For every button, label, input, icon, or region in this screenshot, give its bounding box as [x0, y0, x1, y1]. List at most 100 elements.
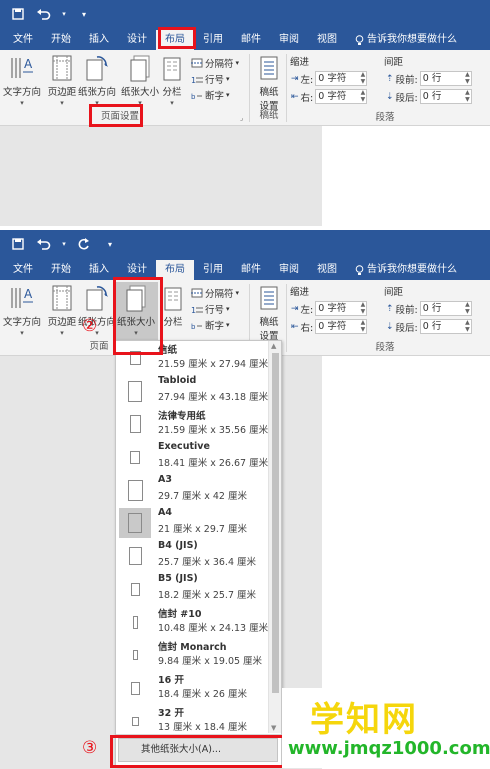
tab-mailings[interactable]: 邮件 [232, 30, 270, 50]
document-page[interactable] [322, 126, 490, 226]
tab-mailings[interactable]: 邮件 [232, 260, 270, 280]
spinner-arrows-icon[interactable]: ▲ ▼ [361, 89, 366, 103]
spacing-before-label: 段前: [395, 74, 418, 86]
columns-label: 分栏 [163, 317, 183, 328]
paper-size-item[interactable]: B5 (JIS) 18.2 厘米 x 25.7 厘米 [116, 572, 268, 605]
paper-size-item[interactable]: Executive 18.41 厘米 x 26.67 厘米 [116, 440, 268, 473]
spinner-arrows-icon[interactable]: ▲ ▼ [465, 319, 470, 333]
tab-view[interactable]: 视图 [308, 260, 346, 280]
spacing-before-input[interactable]: 0 行 ▲ ▼ [419, 301, 472, 316]
tab-file[interactable]: 文件 [4, 30, 42, 50]
spinner-arrows-icon[interactable]: ▲ ▼ [361, 319, 366, 333]
undo-dropdown-icon[interactable]: ▾ [60, 4, 68, 24]
paper-size-item[interactable]: 16 开 18.4 厘米 x 26 厘米 [116, 671, 268, 704]
draft-group-label: 稿纸 [259, 110, 279, 121]
page-shape-icon [132, 615, 138, 629]
tell-me-text: 告诉我你想要做什么 [367, 34, 457, 45]
dialog-launcher-icon[interactable]: ⌟ [240, 114, 243, 122]
paper-size-item[interactable]: 信封 Monarch 9.84 厘米 x 19.05 厘米 [116, 638, 268, 671]
indent-right-input[interactable]: 0 字符 ▲ ▼ [315, 319, 368, 334]
hyphenation-button[interactable]: b 断字 ▾ [191, 88, 230, 102]
spacing-after-control: ⇣ 段后: 0 行 ▲ ▼ [386, 89, 472, 104]
tab-review[interactable]: 审阅 [270, 260, 308, 280]
redo-icon[interactable] [74, 234, 94, 254]
indent-right-input[interactable]: 0 字符 ▲ ▼ [315, 89, 368, 104]
paper-size-item[interactable]: 法律专用纸 21.59 厘米 x 35.56 厘米 [116, 407, 268, 440]
tab-review[interactable]: 审阅 [270, 30, 308, 50]
spinner-arrows-icon[interactable]: ▲ ▼ [361, 71, 366, 85]
spinner-arrows-icon[interactable]: ▲ ▼ [465, 89, 470, 103]
line-numbers-icon: 1 [191, 76, 203, 84]
line-numbers-icon: 1 [191, 306, 203, 314]
indent-left-input[interactable]: 0 字符 ▲ ▼ [315, 71, 368, 86]
orientation-button[interactable]: 纸张方向 ▾ [75, 52, 119, 108]
paper-size-dimensions: 27.94 厘米 x 43.18 厘米 [158, 392, 269, 403]
save-icon[interactable] [8, 234, 28, 254]
tab-references[interactable]: 引用 [194, 260, 232, 280]
scroll-up-icon[interactable]: ▲ [271, 342, 276, 350]
paper-size-item[interactable]: A4 21 厘米 x 29.7 厘米 [116, 506, 268, 539]
spinner-arrows-icon[interactable]: ▲ ▼ [465, 301, 470, 315]
spinner-arrows-icon[interactable]: ▲ ▼ [361, 301, 366, 315]
spacing-after-value: 0 行 [422, 91, 442, 102]
dropdown-scrollbar[interactable]: ▲ ▼ [268, 341, 281, 733]
page-shape-icon [130, 681, 140, 695]
orientation-icon [84, 282, 110, 312]
indent-left-value: 0 字符 [318, 73, 347, 84]
lightbulb-icon [355, 264, 364, 275]
document-area [0, 126, 490, 226]
save-icon[interactable] [8, 4, 28, 24]
paper-size-item[interactable]: 32 开 13 厘米 x 18.4 厘米 [116, 704, 268, 737]
tell-me-box[interactable]: 告诉我你想要做什么 [346, 260, 466, 280]
customize-icon[interactable]: ▾ [74, 4, 94, 24]
page-setup-group-label: 页面 [89, 341, 109, 352]
paper-size-dimensions: 21.59 厘米 x 27.94 厘米 [158, 359, 269, 370]
paper-size-item[interactable]: B4 (JIS) 25.7 厘米 x 36.4 厘米 [116, 539, 268, 572]
customize-icon[interactable]: ▾ [100, 234, 120, 254]
scroll-thumb[interactable] [272, 353, 279, 693]
indent-left-input[interactable]: 0 字符 ▲ ▼ [315, 301, 368, 316]
paper-size-item[interactable]: 信封 #10 10.48 厘米 x 24.13 厘米 [116, 605, 268, 638]
tab-design[interactable]: 设计 [118, 30, 156, 50]
tab-view[interactable]: 视图 [308, 30, 346, 50]
draft-settings-button[interactable]: 稿纸 设置 [252, 52, 286, 112]
draft-settings-button[interactable]: 稿纸 设置 [252, 282, 286, 342]
text-direction-button[interactable]: A 文字方向 ▾ [0, 52, 44, 108]
tab-file[interactable]: 文件 [4, 260, 42, 280]
tab-home[interactable]: 开始 [42, 30, 80, 50]
paper-size-item[interactable]: Tabloid 27.94 厘米 x 43.18 厘米 [116, 374, 268, 407]
paper-size-name: A4 [158, 507, 172, 518]
indent-left-label: 左: [300, 304, 314, 316]
hyphenation-button[interactable]: b 断字 ▾ [191, 318, 230, 332]
text-direction-label: 文字方向 [2, 87, 41, 98]
line-numbers-button[interactable]: 1 行号 ▾ [191, 72, 230, 86]
spacing-after-input[interactable]: 0 行 ▲ ▼ [419, 89, 472, 104]
paper-size-dimensions: 13 厘米 x 18.4 厘米 [158, 722, 247, 733]
page-icon-wrap [119, 574, 151, 604]
paper-size-item[interactable]: A3 29.7 厘米 x 42 厘米 [116, 473, 268, 506]
text-direction-button[interactable]: A 文字方向 ▾ [0, 282, 44, 338]
spacing-before-input[interactable]: 0 行 ▲ ▼ [419, 71, 472, 86]
line-numbers-button[interactable]: 1 行号 ▾ [191, 302, 230, 316]
indent-left-label: 左: [300, 74, 314, 86]
tab-home[interactable]: 开始 [42, 260, 80, 280]
tell-me-box[interactable]: 告诉我你想要做什么 [346, 30, 466, 50]
paper-size-dimensions: 18.4 厘米 x 26 厘米 [158, 689, 247, 700]
undo-dropdown-icon[interactable]: ▾ [60, 234, 68, 254]
tell-me-text: 告诉我你想要做什么 [367, 264, 457, 275]
breaks-button[interactable]: 分隔符 ▾ [191, 286, 239, 300]
tab-insert[interactable]: 插入 [80, 30, 118, 50]
scroll-down-icon[interactable]: ▼ [271, 724, 276, 732]
page-icon-wrap [119, 409, 151, 439]
chevron-down-icon: ▾ [60, 329, 64, 337]
spinner-arrows-icon[interactable]: ▲ ▼ [465, 71, 470, 85]
columns-button[interactable]: 分栏 ▾ [156, 52, 188, 108]
highlight-page-setup-label [89, 104, 143, 127]
draft-paper-icon [259, 52, 279, 82]
undo-icon[interactable] [34, 234, 54, 254]
tab-references[interactable]: 引用 [194, 30, 232, 50]
undo-icon[interactable] [34, 4, 54, 24]
watermark-name: 学知网 [310, 700, 418, 740]
breaks-button[interactable]: 分隔符 ▾ [191, 56, 239, 70]
spacing-after-input[interactable]: 0 行 ▲ ▼ [419, 319, 472, 334]
